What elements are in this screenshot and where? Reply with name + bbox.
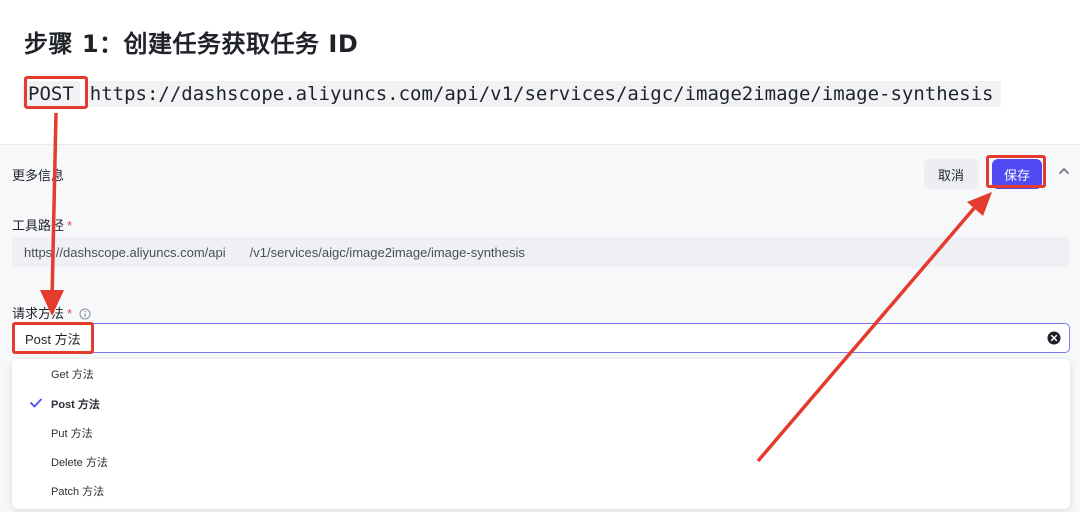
cancel-button[interactable]: 取消 xyxy=(924,159,978,189)
request-method-select[interactable]: Post 方法 xyxy=(12,323,1070,353)
option-put[interactable]: Put 方法 xyxy=(12,418,1070,447)
option-patch[interactable]: Patch 方法 xyxy=(12,476,1070,505)
tool-path-base: https://dashscope.aliyuncs.com/api xyxy=(24,244,226,260)
request-line: POST https://dashscope.aliyuncs.com/api/… xyxy=(22,78,1002,110)
endpoint-url: https://dashscope.aliyuncs.com/api/v1/se… xyxy=(85,81,1002,107)
highlight-save-button xyxy=(986,155,1046,188)
method-dropdown: Get 方法 Post 方法 Put 方法 Delete 方法 Patch 方法 xyxy=(12,359,1070,509)
step-title: 步骤 1：创建任务获取任务 ID xyxy=(24,30,359,58)
tool-path-route: /v1/services/aigc/image2image/image-synt… xyxy=(249,244,525,260)
tool-path-field[interactable]: https://dashscope.aliyuncs.com/api /v1/s… xyxy=(12,237,1070,267)
info-icon[interactable] xyxy=(79,308,91,320)
tool-path-label: 工具路径 * xyxy=(12,218,73,233)
option-delete[interactable]: Delete 方法 xyxy=(12,447,1070,476)
check-icon xyxy=(30,398,42,408)
panel-title: 更多信息 xyxy=(12,168,65,183)
option-get[interactable]: Get 方法 xyxy=(12,359,1070,388)
option-post[interactable]: Post 方法 xyxy=(12,389,1070,418)
chevron-up-icon[interactable] xyxy=(1056,163,1072,179)
request-method-label: 请求方法 * xyxy=(12,303,91,322)
highlight-post-method xyxy=(24,76,88,109)
more-info-panel: 更多信息 取消 保存 工具路径 * https://dashscope.aliyu… xyxy=(0,144,1080,512)
clear-icon[interactable] xyxy=(1047,331,1061,345)
highlight-post-option xyxy=(12,322,94,354)
